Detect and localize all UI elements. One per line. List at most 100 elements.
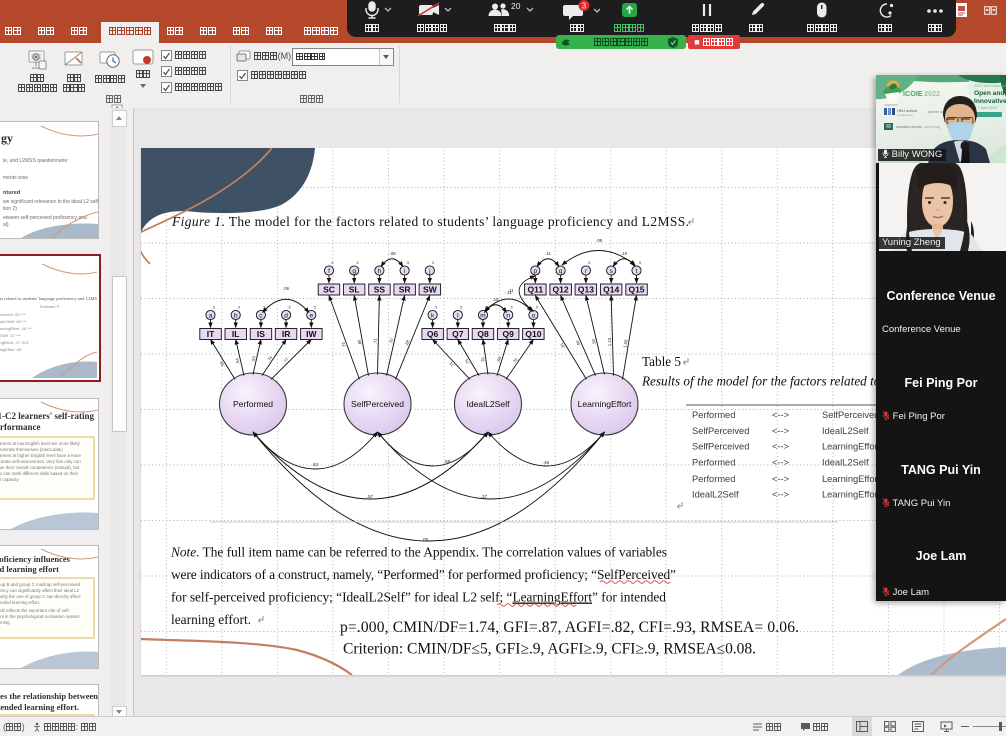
svg-text:Performed <--> Learning: Performed <--> LearningEffort .27 .001	[0, 340, 30, 345]
svg-text:were indicators of a construct: were indicators of a construct, namely, …	[171, 567, 676, 582]
svg-text:le, and L2MSS questionnaire:: le, and L2MSS questionnaire:	[3, 158, 69, 164]
svg-text:Q13: Q13	[578, 285, 594, 295]
svg-text:IdealL2Self: IdealL2Self	[822, 426, 869, 436]
svg-text:ment in the psychological moti: ment in the psychological motivation sys…	[0, 614, 80, 619]
svg-text:.5: .5	[331, 261, 334, 265]
svg-text:20: 20	[511, 1, 521, 11]
svg-text:g: g	[352, 268, 356, 275]
svg-text:<-->: <-->	[772, 442, 789, 452]
svg-text:<-->: <-->	[772, 458, 789, 468]
svg-text:also can mark different skills: also can mark different skills based on …	[0, 471, 79, 476]
svg-text:m: m	[480, 313, 485, 320]
svg-text:SW: SW	[423, 285, 438, 295]
svg-text:Figure 1. The model for the fa: Figure 1. The model for the factors rela…	[171, 214, 689, 229]
svg-text:real capacity: real capacity	[0, 477, 19, 482]
svg-text:Performed <--> SelfPerc: Performed <--> SelfPerceived .63 ***	[0, 312, 26, 317]
svg-text:Performed: Performed	[692, 410, 735, 420]
svg-text:e: e	[309, 313, 313, 320]
svg-text:SC: SC	[323, 285, 335, 295]
svg-text:<-->: <-->	[772, 474, 789, 484]
svg-text:f: f	[328, 268, 330, 275]
svg-text:IdealL2Self <--> Learnin: IdealL2Self <--> LearningEffort .05	[0, 347, 22, 352]
svg-text:Open and: Open and	[974, 90, 1004, 97]
svg-text:al): al)	[3, 222, 9, 228]
svg-text:LearningEffort: LearningEffort	[822, 442, 881, 452]
svg-text:a: a	[209, 313, 213, 320]
svg-text:<-->: <-->	[772, 426, 789, 436]
svg-text:ile only the one of group C ca: ile only the one of group C can directly…	[0, 594, 81, 599]
svg-text:.5: .5	[587, 261, 590, 265]
svg-text:Q6: Q6	[427, 329, 439, 339]
svg-text:l intended learning effort.: l intended learning effort.	[0, 702, 79, 712]
svg-text:.5: .5	[431, 261, 434, 265]
svg-text:-.08: -.08	[388, 251, 396, 256]
svg-text:IdealL2Self: IdealL2Self	[466, 399, 510, 409]
svg-text:ficiency can significantly aff: ficiency can significantly affect their …	[0, 588, 80, 593]
svg-text:IW: IW	[306, 329, 317, 339]
svg-text:tion 2): tion 2)	[3, 206, 17, 212]
svg-text:Results of the model for the f: Results of the model for the factors rel…	[641, 374, 912, 389]
svg-text:ntured: ntured	[3, 190, 20, 196]
svg-text:Performed <--> IdealL2S: Performed <--> IdealL2Self .57 ***	[0, 333, 21, 338]
svg-text:d: d	[284, 313, 288, 320]
svg-text:3: 3	[582, 2, 587, 11]
svg-text:.05: .05	[422, 537, 429, 542]
svg-text:SelfPerceived <--> IdealL2S: SelfPerceived <--> IdealL2Self .59 ***	[0, 319, 27, 324]
svg-text:for self-perceived proficiency: for self-perceived proficiency; “IdealL2…	[171, 590, 666, 605]
svg-text:h: h	[378, 268, 382, 275]
svg-text:organizer: organizer	[884, 103, 899, 107]
svg-text:Q15: Q15	[628, 285, 644, 295]
svg-text:SL: SL	[349, 285, 360, 295]
svg-text:group B and group C madcap sel: group B and group C madcap self-perceive…	[0, 582, 81, 587]
svg-text:.5: .5	[356, 261, 359, 265]
svg-text:Q10: Q10	[525, 329, 541, 339]
svg-text:SelfPerceived <--> Learning: SelfPerceived <--> LearningEffort .46 **…	[0, 326, 32, 331]
svg-text:accurate self-assessment. Ver: accurate self-assessment. Very few only …	[0, 459, 81, 464]
svg-text:.5: .5	[535, 306, 538, 310]
svg-text:LearningEffort: LearningEffort	[578, 399, 632, 409]
svg-text:.80: .80	[356, 339, 362, 346]
svg-text:performance: performance	[0, 422, 40, 432]
svg-text:learning: learning	[0, 620, 10, 625]
svg-text:Q14: Q14	[603, 285, 619, 295]
svg-text:n: n	[506, 313, 510, 320]
svg-text:proficiency influences: proficiency influences	[0, 554, 71, 564]
svg-text:.5: .5	[288, 306, 291, 310]
svg-text:p: p	[533, 268, 537, 275]
svg-text:Performed: Performed	[233, 399, 273, 409]
svg-text:.5: .5	[434, 306, 437, 310]
svg-text:of the model for the factors r: of the model for the factors related to …	[0, 296, 97, 301]
svg-text:.63: .63	[312, 462, 319, 467]
svg-text:.56: .56	[218, 360, 226, 368]
svg-text:IdealL2Self: IdealL2Self	[822, 458, 869, 468]
svg-text:intended learning effort.: intended learning effort.	[0, 600, 40, 605]
svg-text:SelfPerceived: SelfPerceived	[692, 442, 749, 452]
svg-text:.5: .5	[406, 261, 409, 265]
svg-text:1.10: 1.10	[607, 337, 612, 346]
svg-text:<-->: <-->	[772, 410, 789, 420]
svg-text:-.11: -.11	[505, 290, 513, 295]
svg-text:Criterion: CMIN/DF≤5, GFI≥.9,: Criterion: CMIN/DF≤5, GFI≥.9, AGFI≥.9, C…	[343, 641, 756, 658]
svg-text:SS: SS	[374, 285, 386, 295]
svg-text:we significant relevance to th: we significant relevance to the ideal L2…	[3, 199, 98, 205]
svg-text:.57: .57	[367, 494, 374, 499]
svg-text:.46: .46	[543, 460, 550, 465]
svg-text:.5: .5	[237, 306, 240, 310]
svg-text:Table 5: Table 5	[642, 354, 681, 369]
svg-text:.06: .06	[283, 286, 289, 291]
svg-text:IR: IR	[282, 329, 291, 339]
svg-text:diates the relationship betwee: diates the relationship between	[0, 691, 98, 701]
svg-text:etween self-perceived proficie: etween self-perceived proficiency and	[3, 215, 87, 221]
svg-text:.5: .5	[212, 306, 215, 310]
svg-text:Innovative Ed: Innovative Ed	[974, 98, 1006, 105]
svg-text:to overrate themselves (inaccu: to overrate themselves (inaccurate)	[0, 447, 63, 452]
svg-text:.5: .5	[510, 306, 513, 310]
svg-text:.81: .81	[558, 341, 566, 349]
svg-text:j: j	[428, 268, 430, 275]
svg-text:SelfPerceived: SelfPerceived	[692, 426, 749, 436]
svg-text:gy: gy	[1, 131, 13, 145]
svg-text:.11: .11	[545, 251, 551, 256]
svg-text:.70: .70	[511, 357, 519, 365]
svg-text:result reflects the important: result reflects the important role of se…	[0, 608, 70, 613]
svg-text:IdealL2Self: IdealL2Self	[692, 490, 739, 500]
